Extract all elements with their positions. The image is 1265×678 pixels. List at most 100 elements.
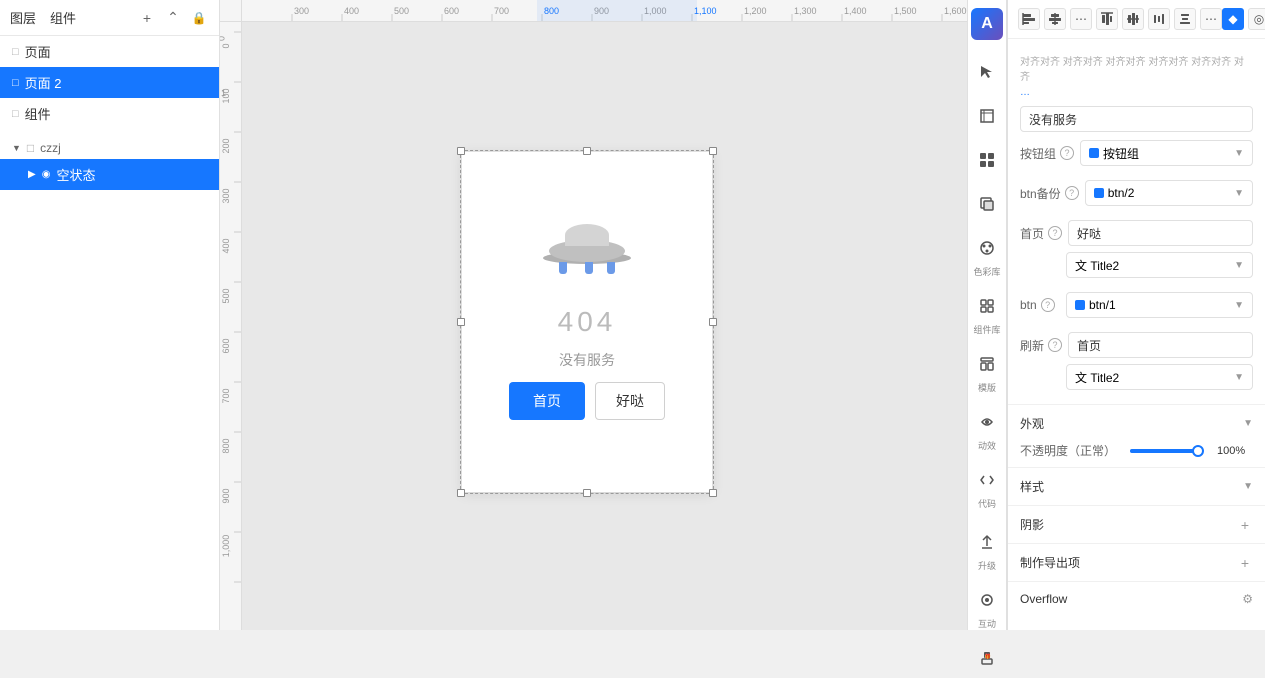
btn-group-select[interactable]: 按钮组 ▼ — [1080, 140, 1253, 166]
divider5 — [1008, 581, 1265, 582]
btn-backup-select[interactable]: btn/2 ▼ — [1085, 180, 1253, 206]
home-label-row: 首页 ? — [1020, 220, 1253, 246]
proto-tab[interactable]: ◎ — [1248, 8, 1265, 30]
align-middle-v-icon[interactable] — [1122, 8, 1144, 30]
opacity-slider[interactable] — [1130, 449, 1203, 453]
toolbar-vertical: A 色彩库 组件库 模版 — [967, 0, 1007, 630]
appearance-section-header[interactable]: 外观 ▼ — [1008, 409, 1265, 438]
home-font-select[interactable]: 文 Title2 ▼ — [1066, 252, 1253, 278]
breadcrumb-more[interactable]: … — [1020, 87, 1030, 98]
appearance-collapse-icon: ▼ — [1243, 418, 1253, 429]
btn-backup-info-icon[interactable]: ? — [1065, 186, 1079, 200]
design-tab[interactable]: ◆ — [1222, 8, 1244, 30]
layer-page2[interactable]: □ 页面 2 — [0, 67, 219, 98]
collapse-icon[interactable]: ⌃ — [163, 8, 183, 28]
tool-export[interactable]: 🎁 — [971, 638, 1003, 678]
svg-text:1: 1 — [221, 88, 226, 98]
btn-dot — [1075, 300, 1085, 310]
home-font-value: 文 Title2 — [1075, 257, 1230, 274]
divider2 — [1008, 467, 1265, 468]
layer-label: 页面 — [25, 42, 51, 61]
svg-text:🎁: 🎁 — [985, 653, 991, 660]
refresh-font-value: 文 Title2 — [1075, 369, 1230, 386]
pluginlib-icon — [971, 290, 1003, 322]
svg-text:1,300: 1,300 — [794, 6, 817, 16]
layer-group-label: czzj — [40, 141, 61, 155]
btn-info-icon[interactable]: ? — [1041, 298, 1055, 312]
tool-animate[interactable]: 动效 — [971, 402, 1003, 456]
tab-components[interactable]: 组件 — [50, 6, 76, 29]
btn-group-info-icon[interactable]: ? — [1060, 146, 1074, 160]
svg-text:0: 0 — [220, 36, 226, 41]
btn-ok[interactable]: 好哒 — [595, 382, 665, 420]
more-icon[interactable]: ⋯ — [1070, 8, 1092, 30]
tool-code[interactable]: 代码 — [971, 460, 1003, 514]
breadcrumb-area: 对齐对齐 对齐对齐 对齐对齐 对齐对齐 对齐对齐 对齐 … — [1008, 47, 1265, 102]
opacity-label: 不透明度（正常） — [1020, 442, 1116, 459]
ruler-h-svg: 300 400 500 600 700 800 900 1,000 1,100 … — [242, 0, 967, 22]
component-frame[interactable]: 404 没有服务 首页 好哒 — [462, 152, 712, 492]
more2-icon[interactable]: ⋯ — [1200, 8, 1222, 30]
btn-group-section: 按钮组 ? 按钮组 ▼ — [1008, 136, 1265, 176]
layer-czzj-group[interactable]: ▼ □ czzj — [0, 137, 219, 159]
tool-frame[interactable] — [971, 96, 1003, 136]
layer-comp[interactable]: □ 组件 — [0, 98, 219, 129]
refresh-input[interactable] — [1068, 332, 1253, 358]
template-label: 模版 — [978, 381, 996, 394]
layer-kongzt[interactable]: ▶ ◉ 空状态 — [0, 159, 219, 190]
align-top-icon[interactable] — [1096, 8, 1118, 30]
layer-page1[interactable]: □ 页面 — [0, 36, 219, 67]
tool-mask[interactable] — [971, 184, 1003, 224]
export-section-header[interactable]: 制作导出项 + — [1008, 548, 1265, 577]
icon-field-section — [1008, 102, 1265, 136]
lock-icon[interactable]: 🔒 — [189, 8, 209, 28]
export-add-icon[interactable]: + — [1237, 555, 1253, 571]
export-label: 制作导出项 — [1020, 554, 1080, 571]
tool-cursor[interactable] — [971, 52, 1003, 92]
template-icon — [971, 348, 1003, 380]
button-row: 首页 好哒 — [509, 382, 665, 420]
svg-text:1,500: 1,500 — [894, 6, 917, 16]
align-center-h-icon[interactable] — [1044, 8, 1066, 30]
component-play-icon: ▶ — [28, 169, 36, 180]
tool-component[interactable] — [971, 140, 1003, 180]
text-404: 404 — [558, 306, 617, 338]
style-section-header[interactable]: 样式 ▼ — [1008, 472, 1265, 501]
tool-pluginlib[interactable]: 组件库 — [971, 286, 1003, 340]
align-left-icon[interactable] — [1018, 8, 1040, 30]
tool-interact[interactable]: 互动 — [971, 580, 1003, 634]
select-chevron3: ▼ — [1234, 260, 1244, 271]
divider4 — [1008, 543, 1265, 544]
tool-upgrade[interactable]: 升级 — [971, 522, 1003, 576]
ruler-corner — [220, 0, 242, 22]
tab-layers[interactable]: 图层 — [10, 6, 36, 29]
canvas-area[interactable]: 404 没有服务 首页 好哒 — [242, 22, 967, 630]
overflow-gear-icon[interactable]: ⚙ — [1242, 592, 1253, 606]
home-section: 首页 ? 文 Title2 ▼ — [1008, 216, 1265, 288]
btn-group-dot — [1089, 148, 1099, 158]
btn-select[interactable]: btn/1 ▼ — [1066, 292, 1253, 318]
distribute-h-icon[interactable] — [1148, 8, 1170, 30]
btn-select-wrapper: btn/1 ▼ — [1066, 292, 1253, 318]
shadow-add-icon[interactable]: + — [1237, 517, 1253, 533]
export-icon: 🎁 — [971, 642, 1003, 674]
tool-palette[interactable]: 色彩库 — [971, 228, 1003, 282]
distribute-v-icon[interactable] — [1174, 8, 1196, 30]
canvas-wrapper: 300 400 500 600 700 800 900 1,000 1,100 … — [220, 0, 967, 630]
opacity-thumb[interactable] — [1192, 445, 1204, 457]
refresh-info-icon[interactable]: ? — [1048, 338, 1062, 352]
add-layer-icon[interactable]: + — [137, 8, 157, 28]
icon-input[interactable] — [1020, 106, 1253, 132]
select-chevron4: ▼ — [1234, 300, 1244, 311]
shadow-section-header[interactable]: 阴影 + — [1008, 510, 1265, 539]
home-input[interactable] — [1068, 220, 1253, 246]
layer-label: 组件 — [25, 104, 51, 123]
home-info-icon[interactable]: ? — [1048, 226, 1062, 240]
refresh-font-select[interactable]: 文 Title2 ▼ — [1066, 364, 1253, 390]
tool-template[interactable]: 模版 — [971, 344, 1003, 398]
select-chevron5: ▼ — [1234, 372, 1244, 383]
overflow-section-header[interactable]: Overflow ⚙ — [1008, 586, 1265, 612]
folder-icon: □ — [27, 141, 34, 155]
btn-home[interactable]: 首页 — [509, 382, 585, 420]
opacity-fill — [1130, 449, 1202, 453]
